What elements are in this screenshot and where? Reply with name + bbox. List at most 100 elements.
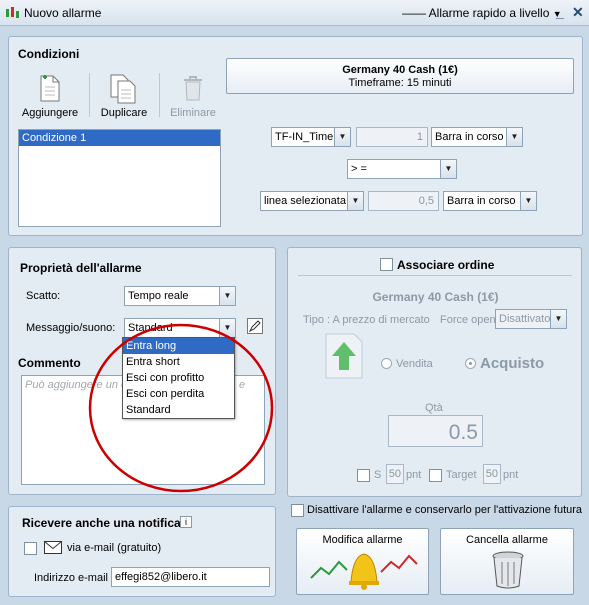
trigger-label: Scatto: xyxy=(26,290,61,302)
dropdown-option[interactable]: Entra short xyxy=(123,354,234,370)
sell-radio[interactable] xyxy=(381,358,392,369)
dropdown-option[interactable]: Standard xyxy=(123,402,234,418)
comment-placeholder-tail: e xyxy=(239,379,246,391)
cancel-alarm-label: Cancella allarme xyxy=(466,534,548,546)
disable-alarm-checkbox[interactable] xyxy=(291,504,304,517)
trash-icon xyxy=(184,76,202,101)
order-panel: Associare ordine Germany 40 Cash (1€) Ti… xyxy=(287,247,582,497)
chevron-down-icon: ▼ xyxy=(334,128,350,146)
add-document-icon xyxy=(40,75,60,102)
dropdown-option[interactable]: Entra long xyxy=(123,338,234,354)
add-condition-button[interactable]: Aggiungere xyxy=(19,73,81,121)
pencil-icon xyxy=(248,320,261,333)
trigger-value: Tempo reale xyxy=(128,290,189,302)
buy-arrow-icon xyxy=(325,333,363,379)
alarm-mode-label: Allarme rapido a livello xyxy=(428,6,550,20)
dropdown-option[interactable]: Esci con profitto xyxy=(123,370,234,386)
target-checkbox[interactable] xyxy=(429,469,442,482)
stop-checkbox[interactable] xyxy=(357,469,370,482)
target-select[interactable]: linea selezionata ▼ xyxy=(260,191,364,211)
chevron-down-icon: ▼ xyxy=(506,128,522,146)
instrument-box[interactable]: Germany 40 Cash (1€) Timeframe: 15 minut… xyxy=(226,58,574,94)
message-dropdown-list[interactable]: Entra long Entra short Esci con profitto… xyxy=(122,337,235,419)
conditions-panel: Condizioni Aggiungere Duplicare Eliminar… xyxy=(8,36,583,236)
title-bar: Nuovo allarme —— Allarme rapido a livell… xyxy=(0,0,589,26)
target-param-field[interactable]: 0,5 xyxy=(368,191,439,211)
properties-header: Proprietà dell'allarme xyxy=(20,261,142,275)
comment-placeholder: Può aggiungere un c xyxy=(25,379,127,391)
toolbar-divider xyxy=(159,73,160,117)
modify-alarm-label: Modifica allarme xyxy=(322,534,403,546)
operator-value: > = xyxy=(351,163,367,175)
email-checkbox[interactable] xyxy=(24,542,37,555)
chevron-down-icon: ▼ xyxy=(219,319,235,337)
duplicate-condition-button[interactable]: Duplicare xyxy=(95,73,153,121)
indicator-param-field[interactable]: 1 xyxy=(356,127,428,147)
timeframe-label: Timeframe: 15 minuti xyxy=(348,77,452,89)
target-label: Target xyxy=(446,469,477,481)
sound-edit-button[interactable] xyxy=(247,318,263,334)
stop-field[interactable]: 50 xyxy=(386,464,404,484)
delete-condition-label: Eliminare xyxy=(170,107,216,119)
chevron-down-icon: ▼ xyxy=(347,192,363,210)
buy-label: Acquisto xyxy=(480,355,545,372)
toolbar-divider xyxy=(89,73,90,117)
bar-value: Barra in corso xyxy=(435,131,504,143)
cancel-alarm-button[interactable]: Cancella allarme xyxy=(440,528,574,595)
chevron-down-icon: ▼ xyxy=(440,160,456,178)
info-icon[interactable]: i xyxy=(180,516,192,528)
indicator-select[interactable]: TF-IN_Timer ▼ xyxy=(271,127,351,147)
modify-alarm-button[interactable]: Modifica allarme xyxy=(296,528,429,595)
indicator-value: TF-IN_Timer xyxy=(275,131,337,143)
chevron-down-icon: ▼ xyxy=(550,310,566,328)
sell-label: Vendita xyxy=(396,358,433,370)
associate-order-checkbox[interactable] xyxy=(380,258,393,271)
stop-unit: pnt xyxy=(406,469,422,481)
message-select[interactable]: Standard ▼ xyxy=(124,318,236,338)
bell-chart-icon xyxy=(310,553,418,590)
chevron-down-icon: ▼ xyxy=(219,287,235,305)
alarm-mode-selector[interactable]: —— Allarme rapido a livello ▼ xyxy=(402,6,562,20)
delete-condition-button[interactable]: Eliminare xyxy=(165,73,221,121)
buy-radio[interactable] xyxy=(465,358,476,369)
duplicate-condition-label: Duplicare xyxy=(100,107,148,119)
force-open-label: Force open xyxy=(440,314,496,326)
trash-icon xyxy=(492,551,524,589)
comment-label: Commento xyxy=(18,356,81,370)
operator-select[interactable]: > = ▼ xyxy=(347,159,457,179)
force-open-value: Disattivato xyxy=(499,313,551,325)
chevron-down-icon: ▼ xyxy=(520,192,536,210)
target-bar-select[interactable]: Barra in corso ▼ xyxy=(443,191,537,211)
email-address-label: Indirizzo e-mail xyxy=(34,572,108,584)
target-unit: pnt xyxy=(503,469,519,481)
dropdown-option[interactable]: Esci con perdita xyxy=(123,386,234,402)
add-condition-label: Aggiungere xyxy=(21,107,79,119)
trigger-select[interactable]: Tempo reale ▼ xyxy=(124,286,236,306)
divider xyxy=(298,275,572,276)
email-option-label: via e-mail (gratuito) xyxy=(67,542,162,554)
notification-panel: Ricevere anche una notifica i via e-mail… xyxy=(8,506,276,597)
force-open-select[interactable]: Disattivato ▼ xyxy=(495,309,567,329)
conditions-list[interactable]: Condizione 1 xyxy=(18,129,221,227)
list-item[interactable]: Condizione 1 xyxy=(19,130,220,146)
notification-header: Ricevere anche una notifica xyxy=(22,516,181,530)
target-bar-value: Barra in corso xyxy=(447,195,516,207)
duplicate-icon xyxy=(110,74,136,104)
bar-select[interactable]: Barra in corso ▼ xyxy=(431,127,523,147)
instrument-name: Germany 40 Cash (1€) xyxy=(342,64,458,76)
conditions-header: Condizioni xyxy=(18,47,80,61)
stop-label: S xyxy=(374,469,382,481)
close-button[interactable]: ✕ xyxy=(572,4,584,21)
line-icon: —— xyxy=(402,6,426,20)
email-address-input[interactable]: effegi852@libero.it xyxy=(111,567,270,587)
message-label: Messaggio/suono: xyxy=(26,322,116,334)
minimize-button[interactable]: _ xyxy=(556,4,564,20)
associate-order-label: Associare ordine xyxy=(397,258,495,272)
qty-field[interactable]: 0.5 xyxy=(388,415,483,447)
message-value: Standard xyxy=(128,322,173,334)
target-value: linea selezionata xyxy=(264,195,346,207)
target-field[interactable]: 50 xyxy=(483,464,501,484)
order-instrument: Germany 40 Cash (1€) xyxy=(372,290,499,304)
window-title: Nuovo allarme xyxy=(24,6,102,20)
qty-label: Qtà xyxy=(425,402,443,414)
